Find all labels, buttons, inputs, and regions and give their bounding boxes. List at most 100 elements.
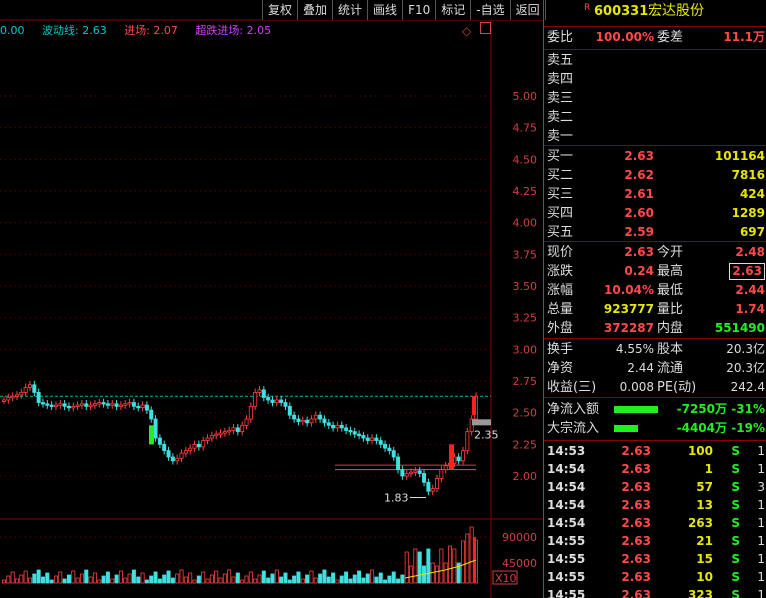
tick-price: 2.63 [621, 480, 651, 494]
volume-bar [261, 570, 266, 584]
draw-line-button[interactable]: 画线 [368, 0, 404, 20]
oversold-entry-label: 超跌进场 [195, 24, 240, 37]
volume-bar [179, 569, 184, 584]
candle-body [456, 456, 461, 462]
overlay-button[interactable]: 叠加 [298, 0, 334, 20]
tick-row: 14:54 2.63 13 S 1 [544, 496, 766, 514]
volume-bar [205, 578, 210, 584]
candle-body [53, 404, 58, 407]
volume-bar [391, 571, 396, 584]
candle-body [400, 469, 405, 477]
fund-flow-row: 大宗流入 -4404万 -19% [544, 419, 766, 438]
fund-flow-bar [614, 425, 638, 432]
statistics-button[interactable]: 统计 [333, 0, 369, 20]
fund-flow-percent: -31% [731, 402, 765, 416]
volume-multiplier: X10 [495, 572, 517, 585]
order-diff-label: 委差 [657, 30, 684, 45]
price-axis-label: 5.00 [513, 90, 538, 103]
volume-axis-label: 90000 [502, 531, 537, 544]
tick-count: 1 [757, 498, 765, 512]
kline-chart[interactable]: 5.00 4.75 4.50 4.25 4.00 3.75 3.50 3.25 3.00 2.75… [0, 0, 543, 598]
price-axis-label: 2.25 [513, 438, 538, 451]
last-price-flag [472, 419, 491, 426]
tick-count: 1 [757, 444, 765, 458]
info-row: 换手 4.55% 股本 20.3亿 [544, 340, 766, 359]
volume-bar [58, 571, 63, 584]
candle-body [231, 427, 236, 431]
stat-row: 涨跌 0.24 最高 2.63 [544, 262, 766, 281]
candle-body [196, 443, 201, 448]
volume-bar [296, 571, 301, 584]
candle-body [313, 414, 318, 420]
stat-value: 551490 [714, 321, 765, 335]
tick-time: 14:54 [547, 480, 586, 494]
tick-count: 1 [757, 588, 765, 598]
tick-volume: 10 [696, 570, 713, 584]
candle-body [23, 386, 28, 393]
volume-bar [227, 569, 232, 584]
volume-bar [66, 574, 71, 584]
volume-bar [370, 569, 375, 584]
candle-body [71, 405, 76, 409]
volume-bar [131, 569, 136, 584]
price-axis-label: 4.75 [513, 122, 538, 135]
candle-body [127, 402, 132, 405]
volume-bar [313, 577, 318, 584]
tick-price: 2.63 [621, 552, 651, 566]
volume-bar [40, 576, 45, 584]
price-axis-label: 3.75 [513, 248, 538, 261]
volume-bar [6, 575, 11, 584]
restore-rights-button[interactable]: 复权 [263, 0, 299, 20]
volume-bar [452, 548, 457, 584]
candle-body [27, 384, 32, 388]
info-value: 4.55% [615, 342, 654, 356]
volume-bar [231, 576, 236, 584]
wave-line-label: 波动线 [42, 24, 75, 37]
candle-body [439, 469, 444, 479]
volume-bar [439, 548, 444, 584]
volume-bar [84, 569, 89, 584]
volume-bar [19, 574, 24, 584]
candle-body [140, 404, 145, 409]
volume-bar [36, 569, 41, 584]
order-ratio-row: 委比 100.00% 委差 11.1万 [544, 28, 766, 47]
candle-body [218, 432, 223, 435]
stock-code: 600331 [594, 4, 649, 19]
tick-time: 14:55 [547, 570, 586, 584]
bid-row: 买四 2.60 1289 [544, 204, 766, 223]
candle-body [2, 399, 7, 402]
remove-watchlist-button[interactable]: -自选 [471, 0, 511, 20]
back-button[interactable]: 返回 [511, 0, 546, 20]
volume-bar [45, 572, 50, 584]
candle-body [344, 427, 349, 431]
f10-button[interactable]: F10 [403, 0, 437, 20]
volume-bar [209, 574, 214, 584]
candle-body [162, 443, 167, 452]
chart-toolbar: 复权 叠加 统计 画线 F10 标记 -自选 返回 [262, 0, 546, 20]
candle-body [357, 433, 362, 437]
diamond-icon[interactable]: ◇ [462, 24, 471, 38]
bid-row: 买三 2.61 424 [544, 185, 766, 204]
candle-body [383, 443, 388, 449]
candle-body [461, 450, 466, 462]
candle-body [92, 403, 97, 406]
candle-body [413, 470, 418, 473]
volume-bar [240, 579, 245, 584]
price-axis-label: 2.75 [513, 375, 538, 388]
info-value: 2.44 [627, 361, 654, 375]
stat-row: 总量 923777 量比 1.74 [544, 300, 766, 319]
tick-count: 1 [757, 552, 765, 566]
volume-bar [105, 571, 110, 584]
window-icon[interactable] [480, 22, 491, 34]
candle-body [309, 418, 314, 424]
bid-label: 买四 [547, 206, 574, 221]
volume-bar [2, 579, 7, 584]
tick-row: 14:54 2.63 263 S 1 [544, 514, 766, 532]
mark-button[interactable]: 标记 [436, 0, 472, 20]
tick-row: 14:53 2.63 100 S 1 [544, 442, 766, 460]
candle-body [274, 399, 279, 403]
stat-label: 涨幅 [547, 283, 574, 298]
candle-body [361, 435, 366, 439]
volume-bars [2, 526, 478, 584]
info-label: 净资 [547, 361, 574, 376]
